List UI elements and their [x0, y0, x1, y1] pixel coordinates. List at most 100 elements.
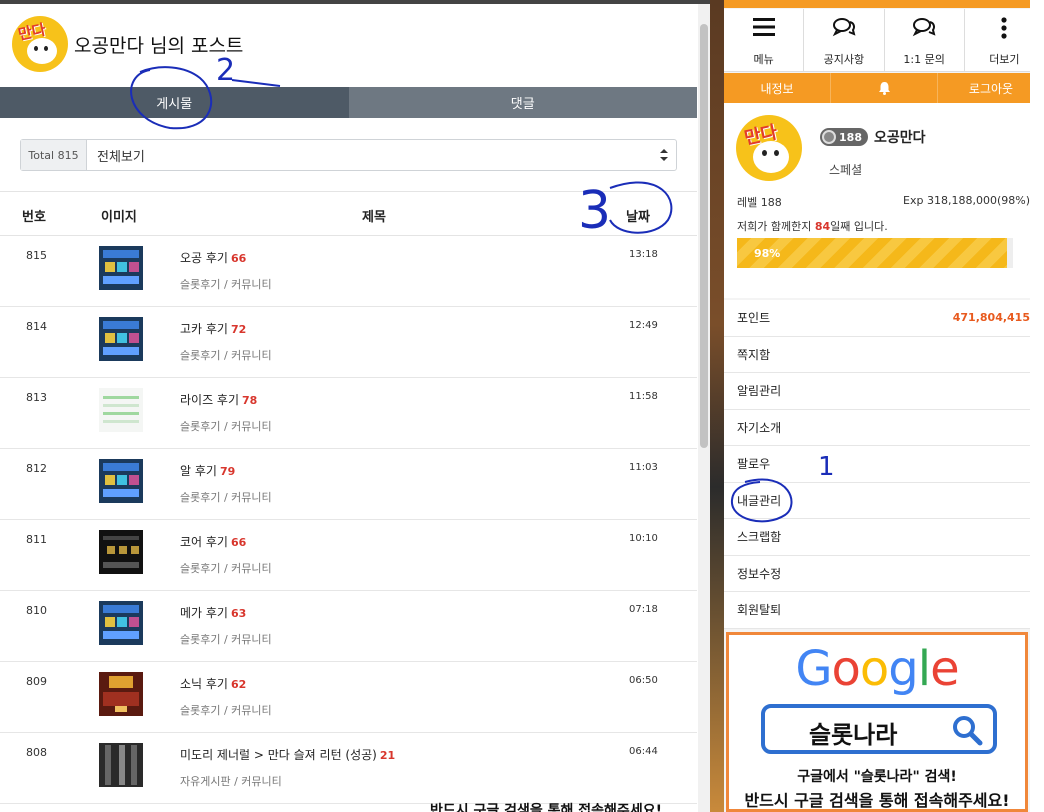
post-title-link[interactable]: 메가 후기 63 — [180, 604, 246, 621]
post-title-link[interactable]: 알 후기 79 — [180, 462, 235, 479]
thumbnail-mark — [129, 475, 139, 485]
post-title-link[interactable]: 미도리 제너럴 > 만다 슬져 리턴 (성공) 21 — [180, 746, 395, 763]
tab-comments[interactable]: 댓글 — [348, 87, 697, 118]
level-badge: 188 — [820, 128, 868, 146]
comment-count: 66 — [230, 252, 247, 265]
post-thumbnail[interactable] — [99, 246, 143, 290]
background-ad-strip: 반드시 구글 검색을 통해 접속해주세요! — [430, 800, 700, 812]
thumbnail-mark — [115, 706, 127, 712]
ad-line-2: 반드시 구글 검색을 통해 접속해주세요! — [744, 791, 1010, 810]
logout-button[interactable]: 로그아웃 — [938, 73, 1044, 103]
col-header-title: 제목 — [362, 210, 386, 225]
thumbnail-mark — [117, 617, 127, 627]
google-logo-letter: l — [917, 641, 931, 697]
select-arrows-icon[interactable] — [652, 140, 676, 170]
menu-item[interactable]: 팔로우 — [724, 446, 1044, 483]
table-row[interactable]: 811 코어 후기 66 슬롯후기 / 커뮤니티 10:10 — [0, 520, 697, 591]
table-row[interactable]: 813 라이즈 후기 78 슬롯후기 / 커뮤니티 11:58 — [0, 378, 697, 449]
post-thumbnail[interactable] — [99, 672, 143, 716]
scrollbar-thumb[interactable] — [700, 24, 708, 448]
post-title-link[interactable]: 소닉 후기 62 — [180, 675, 246, 692]
post-time: 12:49 — [629, 320, 658, 331]
thumbnail-mark — [103, 276, 139, 284]
ad-search-text: 슬롯나라 — [809, 721, 898, 749]
my-info-button[interactable]: 내정보 — [724, 73, 831, 103]
menu-item[interactable]: 알림관리 — [724, 373, 1044, 410]
post-thumbnail[interactable] — [99, 601, 143, 645]
days-prefix: 저희가 함께한지 — [737, 220, 812, 233]
popup-scrollbar[interactable] — [698, 4, 710, 812]
post-thumbnail[interactable] — [99, 388, 143, 432]
nav-inquiry[interactable]: 1:1 문의 — [885, 9, 965, 71]
nav-notice-label: 공지사항 — [823, 53, 865, 66]
menu-item[interactable]: 자기소개 — [724, 410, 1044, 446]
nav-notice[interactable]: 공지사항 — [804, 9, 885, 71]
avatar-eye — [774, 150, 779, 156]
thumbnail-mark — [103, 562, 139, 568]
nav-menu[interactable]: 메뉴 — [724, 9, 805, 71]
post-category: 슬롯후기 / 커뮤니티 — [180, 420, 272, 433]
post-time: 06:50 — [629, 675, 658, 686]
post-popup: 만다 오공만다 님의 포스트 게시물 댓글 Total 815 전체보기 번호 … — [0, 0, 710, 812]
menu-item-label: 쪽지함 — [737, 347, 771, 362]
avatar-face — [27, 38, 57, 64]
bell-icon — [878, 82, 890, 95]
table-row[interactable]: 815 오공 후기 66 슬롯후기 / 커뮤니티 13:18 — [0, 236, 697, 307]
nav-inquiry-label: 1:1 문의 — [903, 53, 945, 66]
filter-select[interactable]: Total 815 전체보기 — [20, 139, 677, 171]
table-row[interactable]: 809 소닉 후기 62 슬롯후기 / 커뮤니티 06:50 — [0, 662, 697, 733]
chat-icon — [885, 17, 964, 41]
profile-exp: Exp 318,188,000(98%) — [903, 194, 1030, 207]
exp-progress-fill: 98% — [737, 238, 1008, 268]
table-row[interactable]: 814 고카 후기 72 슬롯후기 / 커뮤니티 12:49 — [0, 307, 697, 378]
col-header-image: 이미지 — [101, 210, 137, 225]
tab-posts[interactable]: 게시물 — [0, 87, 349, 118]
table-row[interactable]: 808 미도리 제너럴 > 만다 슬져 리턴 (성공) 21 자유게시판 / 커뮤… — [0, 733, 697, 804]
post-tabs: 게시물 댓글 — [0, 87, 697, 118]
menu-item[interactable]: 정보수정 — [724, 556, 1044, 592]
col-header-num: 번호 — [22, 210, 46, 225]
page-title: 오공만다 님의 포스트 — [74, 34, 244, 57]
table-row[interactable]: 812 알 후기 79 슬롯후기 / 커뮤니티 11:03 — [0, 449, 697, 520]
google-logo-letter: o — [859, 641, 889, 697]
menu-item[interactable]: 회원탈퇴 — [724, 592, 1044, 629]
post-thumbnail[interactable] — [99, 743, 143, 787]
post-title-link[interactable]: 고카 후기 72 — [180, 320, 246, 337]
post-title: 오공 후기 — [180, 251, 228, 265]
post-time: 07:18 — [629, 604, 658, 615]
post-time: 10:10 — [629, 533, 658, 544]
post-time: 11:03 — [629, 462, 658, 473]
menu-item[interactable]: 스크랩함 — [724, 519, 1044, 556]
post-title: 고카 후기 — [180, 322, 228, 336]
notification-button[interactable] — [831, 73, 938, 103]
profile-card: 만다 188 오공만다 스페셜 레벨 188 Exp 318,188,000(9… — [724, 103, 1044, 298]
google-search-ad[interactable]: Google 슬롯나라 구글에서 "슬롯나라" 검색! 반드시 구글 검색을 통… — [726, 632, 1028, 812]
menu-item-label: 자기소개 — [737, 420, 782, 435]
sidebar: 메뉴 공지사항 1:1 문의 더보기 내정보 로그아웃 만다 188 오공만다 … — [710, 0, 1044, 812]
post-title-link[interactable]: 코어 후기 66 — [180, 533, 246, 550]
menu-item[interactable]: 쪽지함 — [724, 337, 1044, 373]
level-ring-icon — [822, 130, 836, 144]
menu-item[interactable]: 내글관리 — [724, 483, 1044, 519]
menu-item[interactable]: 포인트 471,804,415 — [724, 300, 1044, 337]
post-title-link[interactable]: 오공 후기 66 — [180, 249, 246, 266]
popup-header: 만다 오공만다 님의 포스트 — [0, 4, 710, 84]
post-category: 자유게시판 / 커뮤니티 — [180, 775, 282, 788]
post-title-link[interactable]: 라이즈 후기 78 — [180, 391, 257, 408]
thumbnail-mark — [117, 475, 127, 485]
thumbnail-mark — [109, 676, 133, 688]
page-scrollbar[interactable] — [1030, 0, 1044, 812]
thumbnail-mark — [117, 262, 127, 272]
avatar-eye — [762, 150, 767, 156]
post-title: 라이즈 후기 — [180, 393, 240, 407]
post-thumbnail[interactable] — [99, 317, 143, 361]
comment-count: 63 — [230, 607, 247, 620]
google-logo-letter: g — [888, 641, 918, 697]
filter-select-value[interactable]: 전체보기 — [87, 140, 652, 170]
table-row[interactable]: 810 메가 후기 63 슬롯후기 / 커뮤니티 07:18 — [0, 591, 697, 662]
post-thumbnail[interactable] — [99, 459, 143, 503]
post-thumbnail[interactable] — [99, 530, 143, 574]
thumbnail-mark — [103, 463, 139, 471]
post-time: 11:58 — [629, 391, 658, 402]
thumbnail-mark — [129, 617, 139, 627]
